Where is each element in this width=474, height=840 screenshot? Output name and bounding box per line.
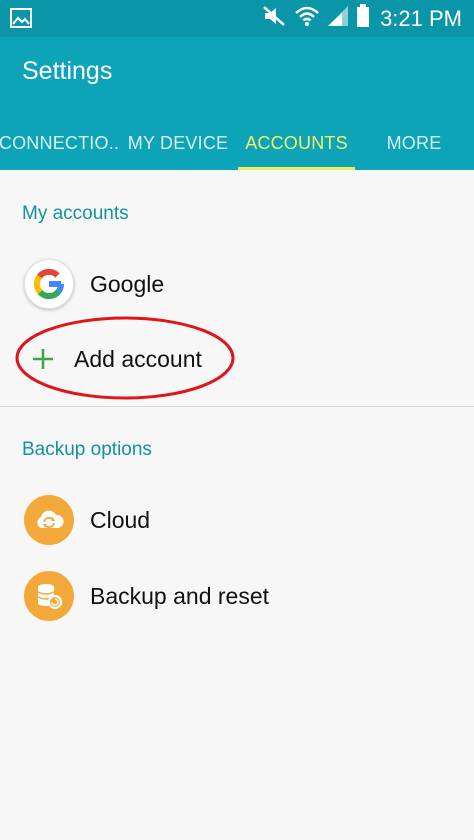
battery-icon: [356, 4, 370, 33]
section-divider: [0, 406, 474, 407]
page-title: Settings: [22, 57, 113, 85]
tab-bar: CONNECTIO.. MY DEVICE ACCOUNTS MORE: [0, 117, 474, 170]
signal-icon: [326, 5, 350, 32]
backup-item-backup-and-reset[interactable]: Backup and reset: [0, 561, 474, 631]
tab-connections[interactable]: CONNECTIO..: [0, 117, 120, 170]
tab-more[interactable]: MORE: [360, 117, 468, 170]
tab-label: ACCOUNTS: [245, 133, 348, 153]
backup-item-cloud[interactable]: Cloud: [0, 485, 474, 555]
status-time: 3:21 PM: [380, 5, 462, 31]
my-accounts-header: My accounts: [22, 203, 129, 224]
account-label: Google: [90, 270, 165, 297]
tab-label: MORE: [386, 133, 442, 153]
backup-options-header: Backup options: [22, 439, 152, 460]
mute-icon: [262, 5, 288, 32]
app-bar: Settings CONNECTIO.. MY DEVICE ACCOUNTS …: [0, 37, 474, 170]
wifi-icon: [294, 5, 320, 32]
cloud-sync-icon: [24, 495, 74, 545]
status-bar: 3:21 PM: [0, 0, 474, 37]
backup-reset-label: Backup and reset: [90, 582, 270, 609]
tab-label: CONNECTIO..: [0, 133, 120, 153]
add-account-button[interactable]: Add account: [0, 324, 474, 394]
tab-my-device[interactable]: MY DEVICE: [124, 117, 232, 170]
account-item-google[interactable]: Google: [0, 249, 474, 319]
cloud-label: Cloud: [90, 506, 151, 533]
tab-label: MY DEVICE: [127, 133, 229, 153]
plus-icon: [32, 324, 54, 394]
tab-accounts[interactable]: ACCOUNTS: [238, 117, 355, 170]
gallery-icon: [10, 8, 32, 33]
google-icon: [24, 259, 74, 309]
backup-database-icon: [24, 571, 74, 621]
add-account-label: Add account: [74, 345, 202, 372]
